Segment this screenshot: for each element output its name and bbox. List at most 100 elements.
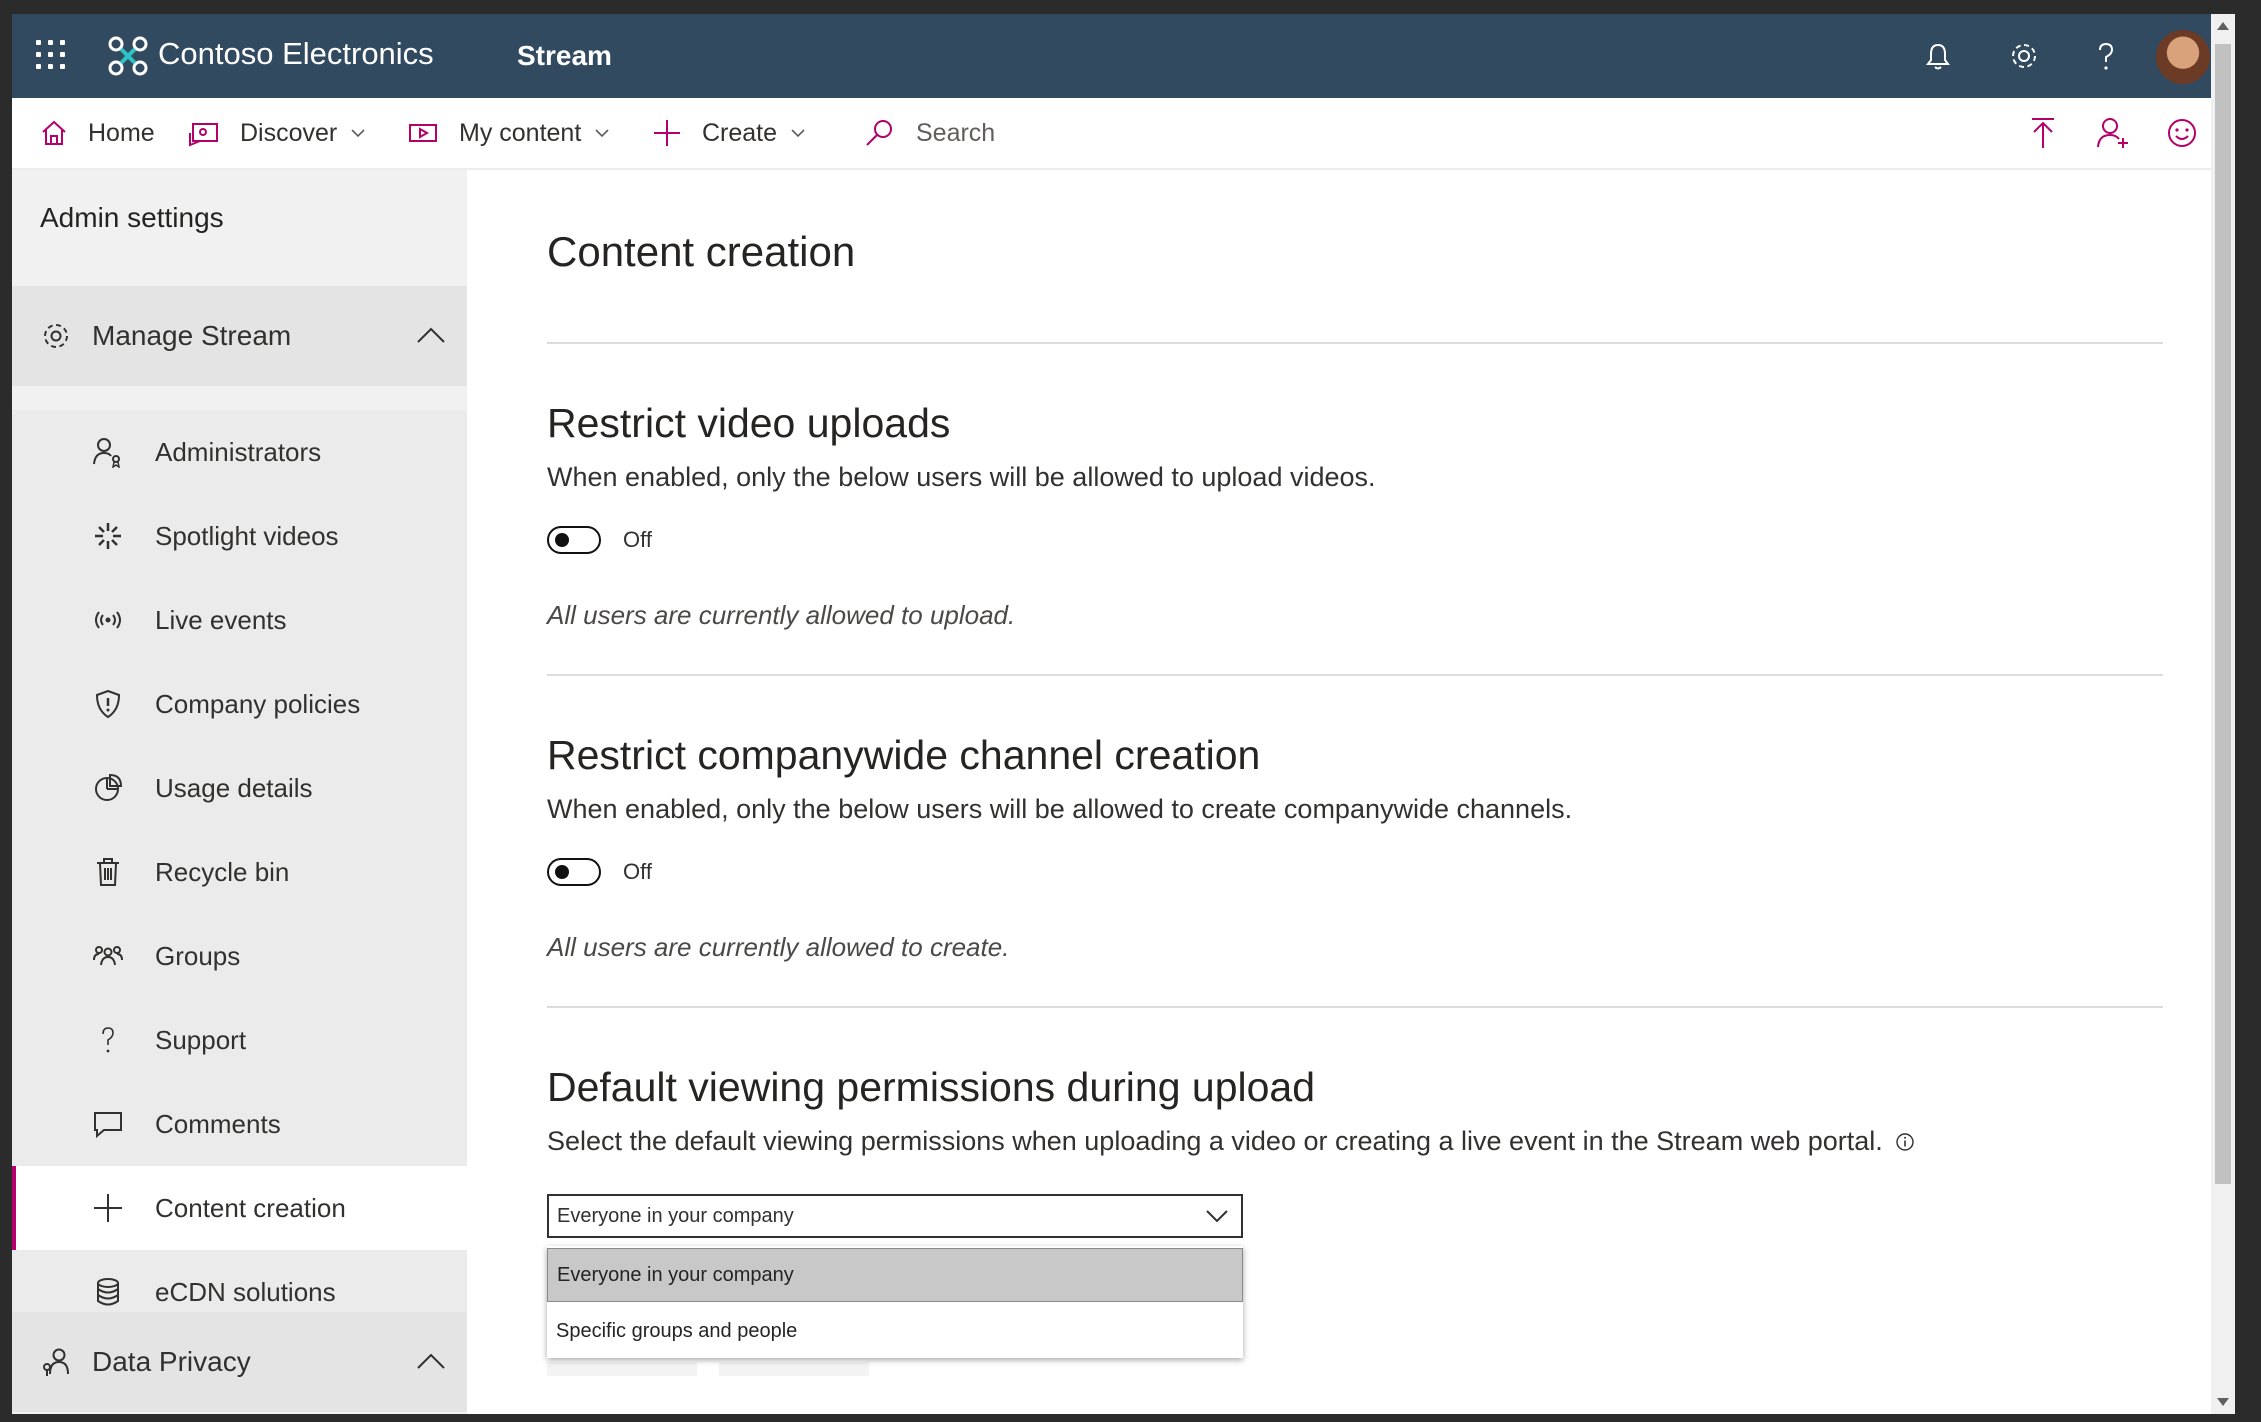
- sidebar-item-label: Recycle bin: [155, 856, 290, 887]
- top-bar: Contoso Electronics Stream: [12, 14, 2223, 98]
- invite-user-icon[interactable]: [2096, 116, 2130, 150]
- divider: [547, 674, 2163, 676]
- nav-bar: Home Discover My content Create Search: [12, 98, 2223, 170]
- nav-my-content-label: My content: [459, 118, 582, 147]
- nav-discover[interactable]: Discover: [188, 98, 385, 168]
- divider: [547, 1006, 2163, 1008]
- my-content-icon: [409, 124, 437, 142]
- stream-window: Contoso Electronics Stream Home Discover…: [12, 14, 2223, 1414]
- admin-icon: [93, 438, 120, 468]
- main-content: Content creation Restrict video uploads …: [467, 170, 2223, 1414]
- sidebar-item-recycle-bin[interactable]: Recycle bin: [12, 830, 467, 914]
- sidebar-item-support[interactable]: Support: [12, 998, 467, 1082]
- divider: [547, 342, 2163, 344]
- default-permissions-description: Select the default viewing permissions w…: [547, 1126, 1883, 1156]
- sidebar-item-usage-details[interactable]: Usage details: [12, 746, 467, 830]
- sidebar-item-administrators[interactable]: Administrators: [12, 410, 467, 494]
- comment-icon: [94, 1112, 122, 1139]
- restrict-uploads-toggle[interactable]: [547, 526, 601, 554]
- restrict-uploads-title: Restrict video uploads: [547, 400, 951, 446]
- nav-discover-label: Discover: [240, 118, 338, 147]
- restrict-uploads-description: When enabled, only the below users will …: [547, 462, 1376, 492]
- admin-settings-title: Admin settings: [40, 202, 224, 233]
- restrict-channel-title: Restrict companywide channel creation: [547, 732, 1261, 778]
- select-value: Everyone in your company: [557, 1204, 794, 1227]
- nav-home-label: Home: [88, 118, 155, 147]
- scroll-up-arrow[interactable]: [2217, 22, 2229, 30]
- chevron-up-icon[interactable]: [417, 1352, 445, 1370]
- live-events-icon: [95, 611, 121, 629]
- restrict-channel-note: All users are currently allowed to creat…: [547, 932, 1010, 962]
- gear-icon: [44, 324, 68, 348]
- search-input[interactable]: Search: [916, 119, 995, 148]
- shield-icon: [95, 689, 121, 719]
- sidebar-item-label: Comments: [155, 1108, 281, 1139]
- avatar[interactable]: [2154, 28, 2212, 86]
- scroll-down-arrow[interactable]: [2217, 1398, 2229, 1406]
- nav-my-content[interactable]: My content: [407, 98, 629, 168]
- sidebar-item-groups[interactable]: Groups: [12, 914, 467, 998]
- sidebar-item-label: Administrators: [155, 436, 322, 467]
- sidebar-item-spotlight-videos[interactable]: Spotlight videos: [12, 494, 467, 578]
- manage-stream-header[interactable]: Manage Stream: [12, 286, 467, 386]
- groups-icon: [93, 946, 123, 966]
- sidebar-item-label: Support: [155, 1024, 247, 1055]
- info-icon[interactable]: [1895, 1132, 1915, 1152]
- toggle-state-label: Off: [623, 527, 652, 552]
- nav-home[interactable]: Home: [40, 98, 155, 168]
- sidebar-item-comments[interactable]: Comments: [12, 1082, 467, 1166]
- default-permissions-description-row: Select the default viewing permissions w…: [547, 1126, 2163, 1157]
- plus-icon: [654, 120, 680, 146]
- nav-create-label: Create: [702, 118, 778, 147]
- org-name[interactable]: Contoso Electronics: [158, 34, 434, 74]
- manage-stream-menu: Administrators Spotlight videos Live eve…: [12, 410, 467, 1334]
- sidebar-item-content-creation[interactable]: Content creation: [12, 1166, 467, 1250]
- data-privacy-label: Data Privacy: [92, 1346, 251, 1377]
- upload-icon[interactable]: [2028, 116, 2058, 150]
- help-icon[interactable]: [2088, 38, 2124, 74]
- chevron-down-icon: [791, 129, 805, 138]
- database-icon: [97, 1278, 119, 1306]
- pie-chart-icon: [95, 773, 123, 801]
- page-title: Content creation: [547, 228, 856, 275]
- dropdown-option[interactable]: Everyone in your company: [547, 1248, 1243, 1302]
- default-permissions-select[interactable]: Everyone in your company: [547, 1194, 1243, 1238]
- scroll-thumb[interactable]: [2215, 44, 2231, 1184]
- chevron-up-icon[interactable]: [417, 326, 445, 344]
- discover-icon: [189, 123, 218, 147]
- sidebar-item-live-events[interactable]: Live events: [12, 578, 467, 662]
- nav-create[interactable]: Create: [652, 98, 825, 168]
- default-permissions-title: Default viewing permissions during uploa…: [547, 1064, 1316, 1110]
- permissions-dropdown-list: Everyone in your company Specific groups…: [547, 1246, 1243, 1358]
- bell-icon[interactable]: [1920, 38, 1956, 74]
- vertical-scrollbar[interactable]: [2211, 14, 2235, 1414]
- restrict-channel-toggle[interactable]: [547, 858, 601, 886]
- ghost-button: [547, 1362, 697, 1376]
- org-logo-icon: [108, 36, 148, 76]
- gear-icon[interactable]: [2006, 38, 2042, 74]
- search-box[interactable]: Search: [864, 98, 995, 168]
- sidebar-item-company-policies[interactable]: Company policies: [12, 662, 467, 746]
- chevron-down-icon: [1206, 1210, 1228, 1223]
- restrict-uploads-note: All users are currently allowed to uploa…: [547, 600, 1016, 630]
- chevron-down-icon: [351, 129, 365, 138]
- sidebar-item-label: Content creation: [155, 1192, 346, 1223]
- question-icon: [102, 1027, 114, 1053]
- data-privacy-header[interactable]: Data Privacy: [12, 1312, 467, 1412]
- app-name[interactable]: Stream: [517, 36, 612, 76]
- chevron-down-icon: [595, 129, 609, 138]
- sidebar-item-label: Company policies: [155, 688, 361, 719]
- toggle-state-label: Off: [623, 859, 652, 884]
- waffle-icon[interactable]: [36, 40, 66, 70]
- manage-stream-label: Manage Stream: [92, 320, 292, 351]
- sidebar-item-label: Spotlight videos: [155, 520, 339, 551]
- sidebar-item-label: Usage details: [155, 772, 313, 803]
- ghost-button: [719, 1362, 869, 1376]
- plus-icon: [94, 1194, 122, 1222]
- home-icon: [42, 120, 66, 145]
- restrict-channel-description: When enabled, only the below users will …: [547, 794, 1573, 824]
- dropdown-option[interactable]: Specific groups and people: [547, 1304, 1243, 1358]
- data-privacy-icon: [43, 1348, 69, 1376]
- feedback-smiley-icon[interactable]: [2166, 117, 2198, 149]
- sidebar-item-label: eCDN solutions: [155, 1276, 336, 1307]
